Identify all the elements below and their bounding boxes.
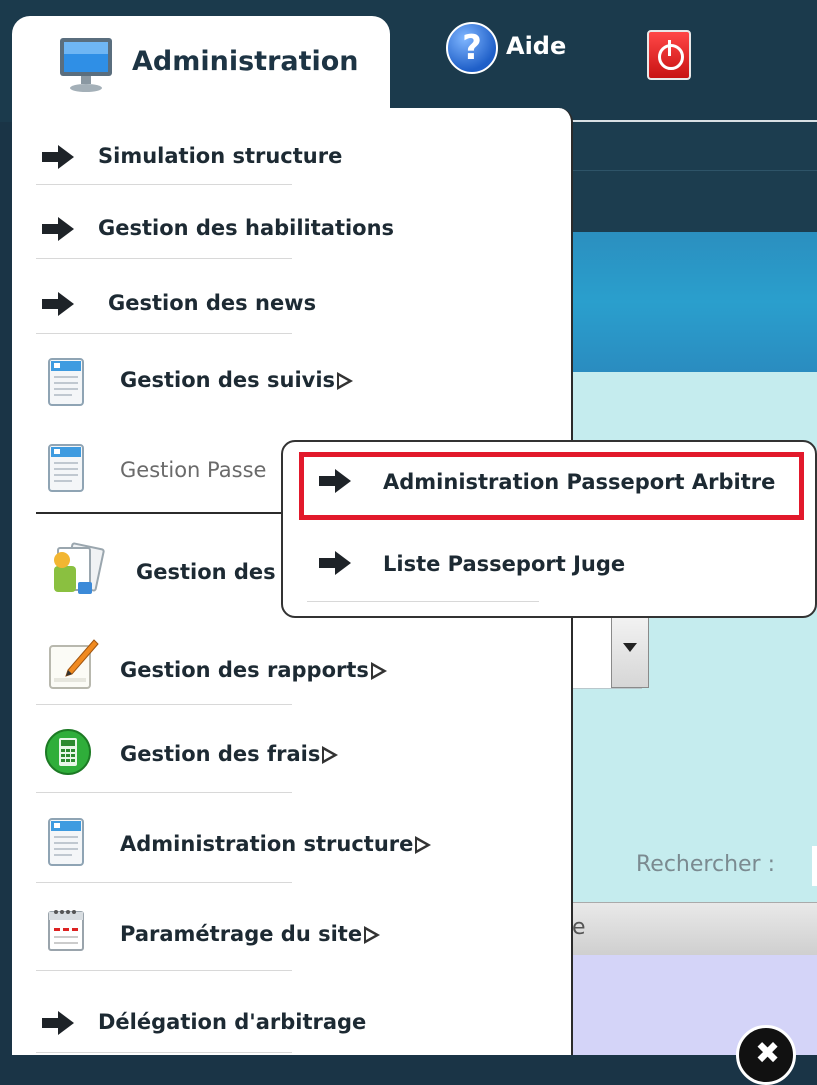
menu-item-label: Gestion des news (108, 291, 317, 315)
nav-tab-help-label: Aide (506, 32, 567, 60)
arrow-right-icon (42, 1011, 74, 1035)
menu-item-label: Gestion des rapports (120, 658, 387, 682)
submenu-item-label: Liste Passeport Juge (383, 552, 626, 576)
menu-item-label: Gestion Passe (120, 458, 267, 482)
menu-item-label: Délégation d'arbitrage (98, 1010, 367, 1034)
arrow-right-icon (319, 551, 351, 575)
nav-tab-administration[interactable]: Administration (12, 16, 390, 108)
files-icon (54, 542, 105, 594)
menu-item-delegation-arbitrage[interactable]: Délégation d'arbitrage (12, 994, 557, 1054)
close-icon[interactable]: ✖ (736, 1025, 796, 1085)
arrow-right-icon (42, 217, 74, 241)
calendar-icon (48, 910, 84, 951)
table-header[interactable]: e (570, 902, 817, 956)
submenu-item-liste-passeport-juge[interactable]: Liste Passeport Juge (297, 534, 797, 602)
submenu-arrow-icon (370, 662, 387, 680)
submenu-arrow-icon (415, 836, 432, 854)
menu-item-gestion-habilitations[interactable]: Gestion des habilitations (12, 198, 557, 259)
search-input[interactable] (812, 846, 817, 886)
sub-navigation-bar (570, 122, 817, 232)
calculator-icon (45, 729, 91, 775)
menu-item-gestion-news[interactable]: Gestion des news (12, 273, 557, 334)
notepad-icon (49, 639, 99, 689)
document-icon (48, 444, 84, 492)
menu-item-label: Gestion des habilitations (98, 216, 395, 240)
menu-item-label: Paramétrage du site (120, 922, 381, 946)
document-icon (48, 358, 84, 406)
menu-item-gestion-suivis[interactable]: Gestion des suivis (12, 348, 557, 408)
highlight-box (299, 452, 804, 520)
submenu-arrow-icon (337, 372, 354, 390)
menu-item-label: Gestion des frais (120, 742, 339, 766)
nav-tab-administration-label: Administration (132, 46, 359, 77)
computer-monitor-icon (60, 38, 112, 92)
arrow-right-icon (42, 145, 74, 169)
menu-item-gestion-rapports[interactable]: Gestion des rapports (12, 638, 557, 705)
menu-item-label: Gestion des suivis (120, 368, 354, 392)
menu-item-simulation-structure[interactable]: Simulation structure (12, 124, 557, 185)
submenu-arrow-icon (322, 746, 339, 764)
menu-item-administration-structure[interactable]: Administration structure (12, 816, 557, 883)
menu-item-gestion-frais[interactable]: Gestion des frais (12, 726, 557, 793)
submenu-arrow-icon (364, 926, 381, 944)
menu-item-label: Administration structure (120, 832, 432, 856)
document-icon (48, 818, 84, 866)
table-header-label: e (572, 915, 586, 940)
search-label: Rechercher : (636, 852, 775, 877)
dropdown-arrow-icon[interactable] (611, 612, 649, 688)
menu-item-parametrage-site[interactable]: Paramétrage du site (12, 904, 557, 971)
logout-power-icon[interactable] (647, 30, 691, 80)
help-icon: ? (446, 22, 498, 74)
header-banner (570, 232, 817, 372)
passeport-submenu: Administration Passeport Arbitre Liste P… (281, 440, 817, 618)
arrow-right-icon (42, 292, 74, 316)
menu-item-label: Gestion des (136, 560, 276, 584)
menu-item-label: Simulation structure (98, 144, 343, 168)
